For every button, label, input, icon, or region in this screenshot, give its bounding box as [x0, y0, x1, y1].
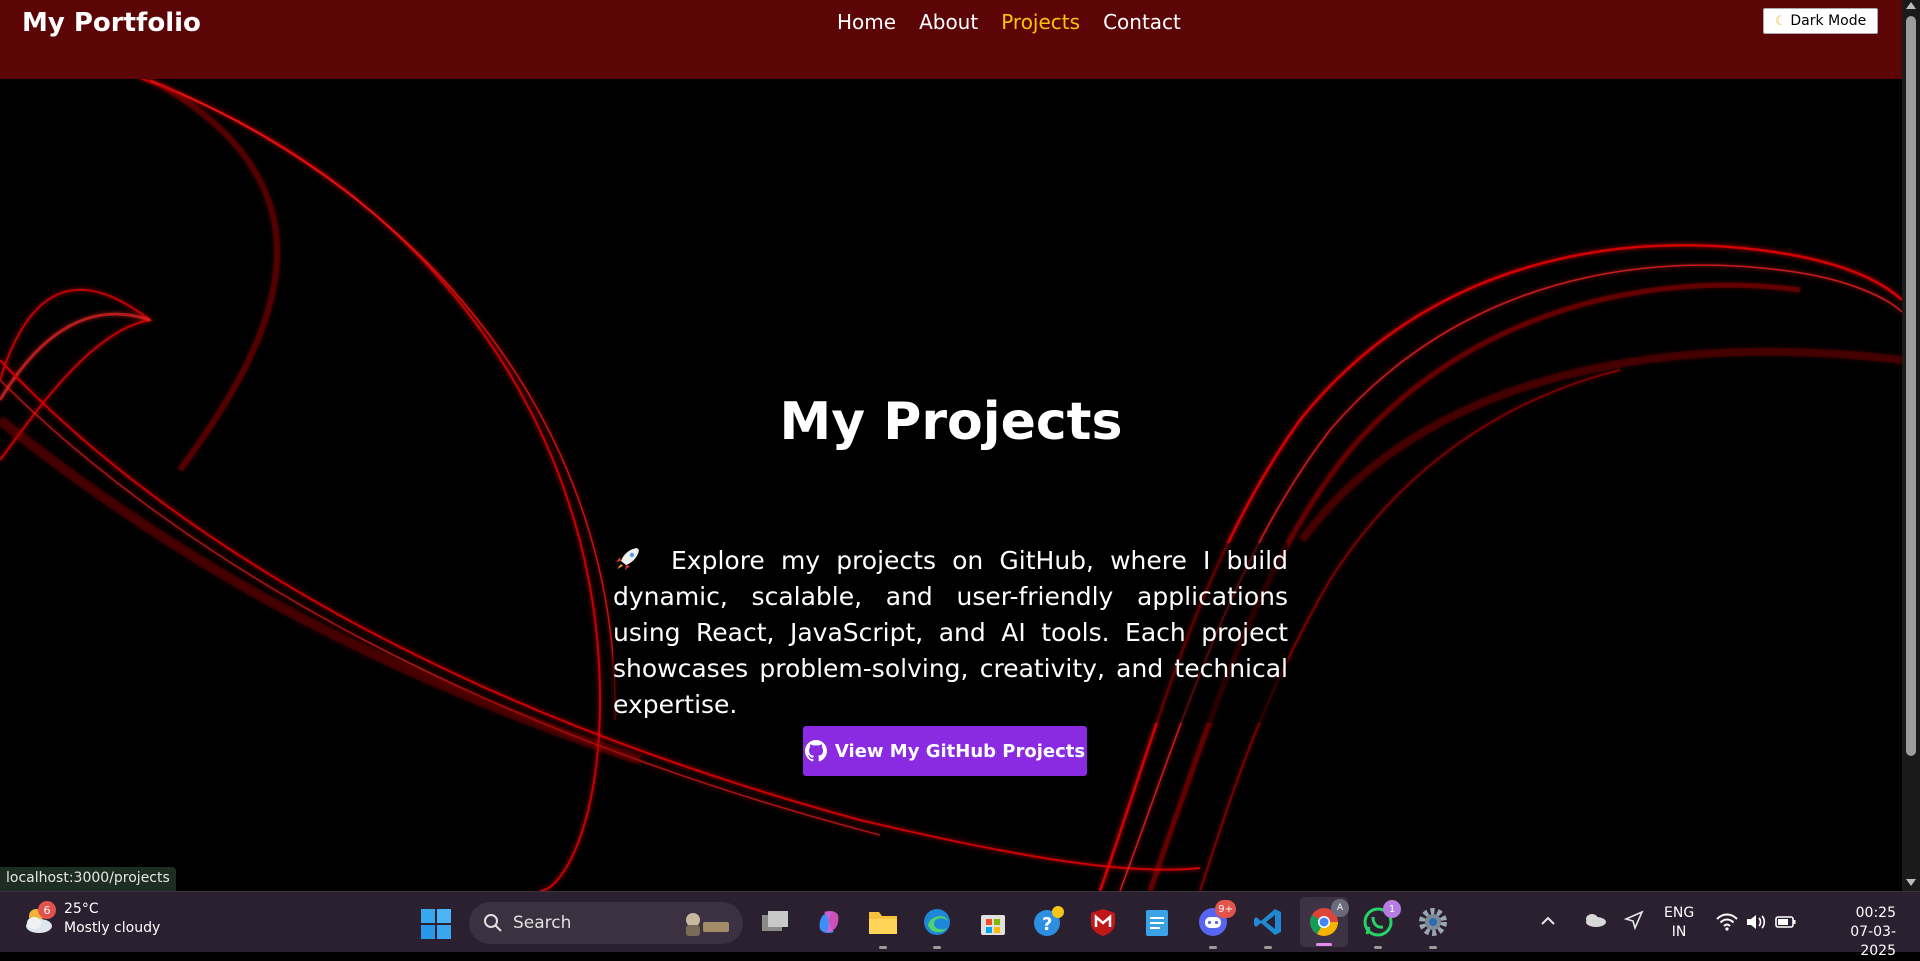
cloudy-weather-icon: 6 [20, 901, 56, 937]
vscode-icon[interactable] [1251, 905, 1285, 949]
copilot-icon[interactable] [812, 905, 846, 939]
top-navbar: My Portfolio Home About Projects Contact… [0, 0, 1902, 79]
onedrive-cloud-icon[interactable] [1583, 912, 1607, 928]
notepad-icon[interactable] [1140, 905, 1174, 939]
file-explorer-icon[interactable] [866, 905, 900, 949]
task-view-icon[interactable] [758, 905, 792, 939]
active-indicator [1316, 943, 1332, 946]
scroll-up-arrow-icon[interactable] [1906, 2, 1916, 9]
description-text: Explore my projects on GitHub, where I b… [613, 546, 1288, 719]
microsoft-store-icon[interactable] [976, 905, 1010, 939]
language-code: ENG [1664, 905, 1695, 921]
vertical-scrollbar[interactable] [1902, 0, 1920, 891]
whatsapp-badge: 1 [1383, 900, 1401, 918]
github-button-label: View My GitHub Projects [834, 740, 1086, 762]
nav-link-contact[interactable]: Contact [1103, 10, 1181, 34]
search-placeholder: Search [513, 913, 572, 933]
weather-condition: Mostly cloudy [64, 920, 161, 936]
link-status-url: localhost:3000/projects [0, 867, 176, 891]
language-indicator[interactable]: ENG IN [1664, 904, 1694, 942]
wifi-icon[interactable] [1716, 913, 1738, 931]
dark-mode-label: Dark Mode [1790, 13, 1867, 29]
taskbar-search[interactable]: Search [469, 902, 743, 944]
volume-icon[interactable] [1745, 913, 1767, 931]
page-title: My Projects [779, 392, 1123, 452]
running-indicator [1209, 946, 1217, 949]
projects-description: Explore my projects on GitHub, where I b… [613, 543, 1288, 723]
moon-icon: ☾ [1774, 13, 1787, 29]
nav-link-home[interactable]: Home [837, 10, 896, 34]
chrome-profile-badge: A [1331, 899, 1349, 917]
chrome-taskbar-button[interactable]: A [1300, 897, 1349, 947]
weather-badge: 6 [38, 901, 56, 919]
weather-widget[interactable]: 6 25°C Mostly cloudy [20, 900, 160, 938]
settings-icon[interactable] [1416, 905, 1450, 949]
system-clock[interactable]: 00:25 07-03-2025 [1816, 904, 1896, 961]
search-icon [484, 914, 502, 932]
browser-viewport: My Portfolio Home About Projects Contact… [0, 0, 1902, 891]
running-indicator [933, 946, 941, 949]
windows-taskbar: 6 25°C Mostly cloudy Search ? 9+ A 1 ENG… [0, 891, 1920, 959]
clock-date: 07-03-2025 [1850, 924, 1896, 959]
nav-link-about[interactable]: About [919, 10, 978, 34]
running-indicator [1264, 946, 1272, 949]
edge-icon[interactable] [920, 905, 954, 949]
chrome-icon: A [1307, 899, 1349, 939]
mcafee-icon[interactable] [1086, 905, 1120, 939]
weather-temperature: 25°C [64, 901, 99, 917]
get-help-icon[interactable]: ? [1031, 905, 1065, 939]
running-indicator [1374, 946, 1382, 949]
scroll-down-arrow-icon[interactable] [1906, 879, 1916, 886]
region-code: IN [1671, 924, 1687, 940]
svg-text:?: ? [1042, 914, 1052, 935]
running-indicator [879, 946, 887, 949]
rocket-icon [616, 548, 639, 570]
battery-icon[interactable] [1775, 914, 1797, 930]
search-highlight-icon [686, 913, 729, 936]
brand-logo[interactable]: My Portfolio [22, 8, 201, 38]
scrollbar-thumb[interactable] [1906, 16, 1916, 756]
clock-time: 00:25 [1855, 905, 1896, 921]
dark-mode-toggle[interactable]: ☾ Dark Mode [1763, 8, 1878, 34]
running-indicator [1429, 946, 1437, 949]
windows-start-icon[interactable] [421, 909, 451, 939]
nav-links: Home About Projects Contact [837, 10, 1181, 34]
location-arrow-icon[interactable] [1624, 910, 1644, 930]
discord-icon[interactable]: 9+ [1196, 900, 1236, 949]
show-hidden-icons-chevron-icon[interactable] [1540, 914, 1556, 926]
whatsapp-icon[interactable]: 1 [1361, 900, 1401, 949]
nav-link-projects[interactable]: Projects [1001, 10, 1080, 34]
discord-badge: 9+ [1215, 900, 1236, 918]
view-github-projects-button[interactable]: View My GitHub Projects [803, 726, 1087, 776]
github-icon [804, 740, 827, 762]
